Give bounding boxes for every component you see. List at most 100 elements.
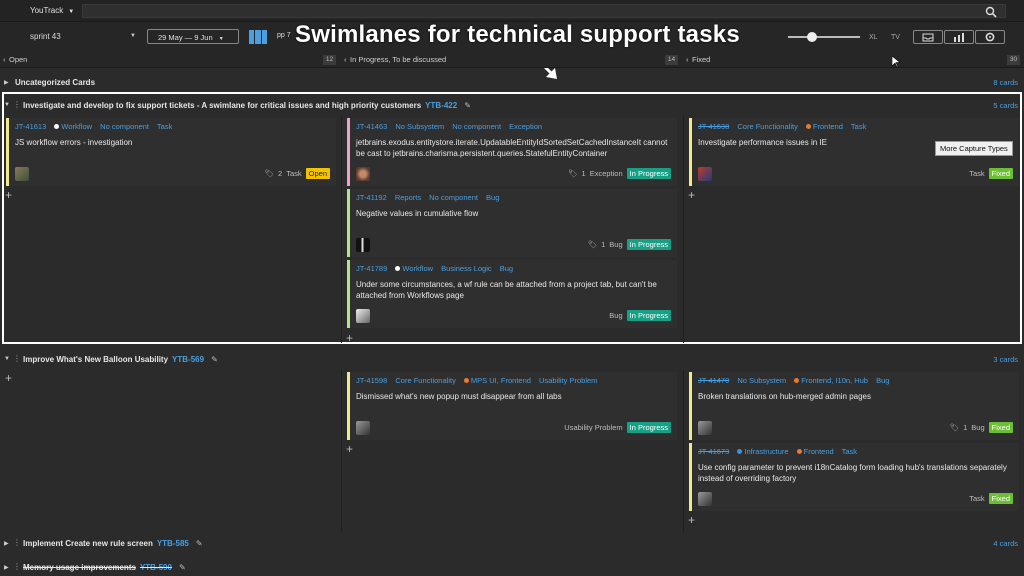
card-id-link[interactable]: JT-41613 [15, 122, 46, 131]
add-card-icon[interactable]: + [5, 189, 12, 201]
chart-button[interactable] [944, 30, 974, 44]
drag-handle-icon[interactable]: ⋮ [13, 562, 21, 571]
card-component[interactable]: Frontend, I10n, Hub [794, 376, 868, 385]
card-id-link[interactable]: JT-41638 [698, 122, 729, 131]
status-badge[interactable]: In Progress [626, 422, 671, 433]
pencil-icon[interactable]: ✎ [196, 539, 203, 548]
card-id-link[interactable]: JT-41789 [356, 264, 387, 273]
card-component[interactable]: No component [100, 122, 149, 131]
card-subsystem[interactable]: No Subsystem [737, 376, 786, 385]
card-id-link[interactable]: JT-41673 [698, 447, 729, 456]
avatar[interactable] [356, 238, 370, 252]
add-card-icon[interactable]: + [346, 443, 353, 455]
status-badge[interactable]: In Progress [626, 168, 671, 179]
pencil-icon[interactable]: ✎ [179, 563, 186, 572]
status-badge[interactable]: Fixed [988, 422, 1013, 433]
collapse-triangle-icon[interactable]: ▶ [4, 540, 9, 547]
issue-card[interactable]: JT-41192 Reports No component Bug Negati… [347, 189, 677, 257]
card-type-tag[interactable]: Usability Problem [539, 376, 597, 385]
board-icon[interactable] [249, 30, 267, 44]
status-badge[interactable]: Fixed [988, 168, 1013, 179]
inbox-button[interactable] [913, 30, 943, 44]
card-id-link[interactable]: JT-41463 [356, 122, 387, 131]
card-type-tag[interactable]: Bug [876, 376, 889, 385]
card-summary[interactable]: Under some circumstances, a wf rule can … [356, 279, 672, 301]
card-component[interactable]: No component [429, 193, 478, 202]
issue-card[interactable]: JT-41613 Workflow No component Task JS w… [6, 118, 336, 186]
card-subsystem[interactable]: Infrastructure [737, 447, 789, 456]
collapse-column-icon[interactable]: ‹ [344, 55, 347, 67]
card-component[interactable]: No component [452, 122, 501, 131]
card-id-link[interactable]: JT-41470 [698, 376, 729, 385]
column-header-in-progress[interactable]: In Progress, To be discussed [350, 55, 446, 67]
card-type-tag[interactable]: Task [851, 122, 866, 131]
card-subsystem[interactable]: Workflow [395, 264, 433, 273]
drag-handle-icon[interactable]: ⋮ [13, 354, 21, 363]
column-header-open[interactable]: Open [9, 55, 27, 67]
card-component[interactable]: MPS UI, Frontend [463, 376, 531, 385]
card-summary[interactable]: jetbrains.exodus.entitystore.iterate.Upd… [356, 137, 672, 159]
swimlane-header[interactable]: ▶ ⋮ Implement Create new rule screen YTB-… [0, 535, 1024, 553]
card-id-link[interactable]: JT-41192 [356, 193, 387, 202]
drag-handle-icon[interactable]: ⋮ [13, 538, 21, 547]
swimlane-issue-link[interactable]: YTB-590 [140, 563, 172, 572]
collapse-column-icon[interactable]: ‹ [686, 55, 689, 67]
card-id-link[interactable]: JT-41598 [356, 376, 387, 385]
card-type-tag[interactable]: Task [157, 122, 172, 131]
status-badge[interactable]: Open [305, 168, 330, 179]
card-summary[interactable]: Negative values in cumulative flow [356, 208, 672, 219]
card-subsystem[interactable]: No Subsystem [395, 122, 444, 131]
card-component[interactable]: Frontend [796, 447, 834, 456]
card-type-tag[interactable]: Bug [486, 193, 499, 202]
status-badge[interactable]: In Progress [626, 310, 671, 321]
card-summary[interactable]: JS workflow errors - investigation [15, 137, 331, 148]
collapse-triangle-icon[interactable]: ▶ [4, 79, 9, 86]
slider-handle[interactable] [806, 32, 817, 42]
add-card-icon[interactable]: + [346, 332, 353, 344]
card-component[interactable]: Business Logic [441, 264, 491, 273]
issue-card[interactable]: JT-41598 Core Functionality MPS UI, Fron… [347, 372, 677, 440]
add-card-icon[interactable]: + [688, 514, 695, 526]
date-range-selector[interactable]: 29 May — 9 Jun ▼ [147, 29, 239, 44]
avatar[interactable] [356, 421, 370, 435]
search-icon[interactable] [985, 6, 997, 18]
settings-button[interactable] [975, 30, 1005, 44]
add-card-icon[interactable]: + [688, 189, 695, 201]
card-subsystem[interactable]: Core Functionality [395, 376, 455, 385]
uncategorized-swimlane-header[interactable]: ▶ Uncategorized Cards 8 cards [0, 74, 1024, 92]
issue-card[interactable]: JT-41470 No Subsystem Frontend, I10n, Hu… [689, 372, 1019, 440]
issue-card[interactable]: JT-41463 No Subsystem No component Excep… [347, 118, 677, 186]
card-type-tag[interactable]: Task [842, 447, 857, 456]
swimlane-header[interactable]: ▼ ⋮ Improve What's New Balloon Usability… [0, 351, 1024, 369]
card-type-tag[interactable]: Exception [509, 122, 542, 131]
collapse-column-icon[interactable]: ‹ [3, 55, 6, 67]
chevron-down-icon[interactable]: ▼ [130, 33, 136, 39]
sprint-selector[interactable]: sprint 43 [30, 32, 61, 41]
avatar[interactable] [15, 167, 29, 181]
card-component[interactable]: Frontend [805, 122, 843, 131]
issue-card[interactable]: JT-41673 Infrastructure Frontend Task Us… [689, 443, 1019, 511]
card-summary[interactable]: Broken translations on hub-merged admin … [698, 391, 1014, 402]
card-subsystem[interactable]: Workflow [54, 122, 92, 131]
swimlane-issue-link[interactable]: YTB-569 [172, 355, 204, 364]
card-size-slider[interactable] [788, 32, 860, 42]
status-badge[interactable]: Fixed [988, 493, 1013, 504]
column-header-fixed[interactable]: Fixed [692, 55, 710, 67]
avatar[interactable] [698, 421, 712, 435]
card-summary[interactable]: Dismissed what's new popup must disappea… [356, 391, 672, 402]
card-summary[interactable]: Use config parameter to prevent i18nCata… [698, 462, 1014, 484]
card-subsystem[interactable]: Core Functionality [737, 122, 797, 131]
status-badge[interactable]: In Progress [626, 239, 671, 250]
card-subsystem[interactable]: Reports [395, 193, 421, 202]
swimlane-issue-link[interactable]: YTB-585 [157, 539, 189, 548]
avatar[interactable] [356, 309, 370, 323]
avatar[interactable] [698, 492, 712, 506]
app-menu[interactable]: YouTrack ▼ [30, 6, 74, 15]
collapse-triangle-icon[interactable]: ▼ [4, 356, 10, 362]
issue-card[interactable]: JT-41789 Workflow Business Logic Bug Und… [347, 260, 677, 328]
avatar[interactable] [356, 167, 370, 181]
swimlane-header[interactable]: ▶ ⋮ Memory usage improvements YTB-590 ✎ [0, 559, 1024, 576]
pencil-icon[interactable]: ✎ [211, 355, 218, 364]
add-card-icon[interactable]: + [5, 372, 12, 384]
collapse-triangle-icon[interactable]: ▶ [4, 564, 9, 571]
